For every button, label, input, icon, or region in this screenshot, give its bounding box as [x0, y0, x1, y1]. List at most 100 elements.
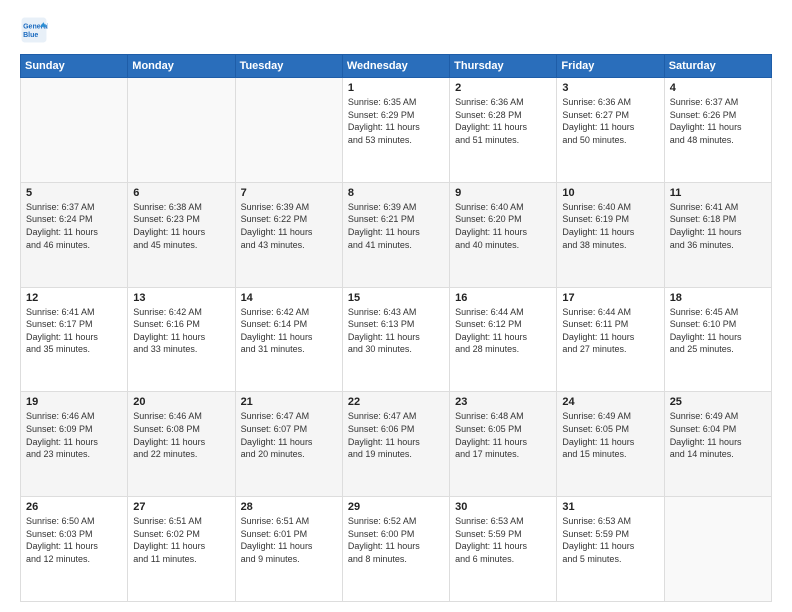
day-number: 9 — [455, 187, 551, 199]
cell-detail: Sunrise: 6:37 AMSunset: 6:26 PMDaylight:… — [670, 96, 766, 146]
day-number: 7 — [241, 187, 337, 199]
day-number: 31 — [562, 501, 658, 513]
day-number: 16 — [455, 292, 551, 304]
cell-detail: Sunrise: 6:46 AMSunset: 6:08 PMDaylight:… — [133, 410, 229, 460]
calendar-cell: 15 Sunrise: 6:43 AMSunset: 6:13 PMDayligh… — [342, 287, 449, 392]
calendar-cell: 3 Sunrise: 6:36 AMSunset: 6:27 PMDaylight… — [557, 78, 664, 183]
calendar-cell: 12 Sunrise: 6:41 AMSunset: 6:17 PMDayligh… — [21, 287, 128, 392]
calendar-body: 1 Sunrise: 6:35 AMSunset: 6:29 PMDaylight… — [21, 78, 772, 602]
calendar-cell: 19 Sunrise: 6:46 AMSunset: 6:09 PMDayligh… — [21, 392, 128, 497]
cell-detail: Sunrise: 6:39 AMSunset: 6:22 PMDaylight:… — [241, 201, 337, 251]
weekday-header-cell: Thursday — [450, 55, 557, 78]
calendar-cell: 28 Sunrise: 6:51 AMSunset: 6:01 PMDayligh… — [235, 497, 342, 602]
day-number: 1 — [348, 82, 444, 94]
calendar-cell: 23Sunrise: 6:48 AMSunset: 6:05 PMDayligh… — [450, 392, 557, 497]
calendar-cell: 27 Sunrise: 6:51 AMSunset: 6:02 PMDayligh… — [128, 497, 235, 602]
day-number: 3 — [562, 82, 658, 94]
calendar-cell: 20 Sunrise: 6:46 AMSunset: 6:08 PMDayligh… — [128, 392, 235, 497]
cell-detail: Sunrise: 6:44 AMSunset: 6:11 PMDaylight:… — [562, 306, 658, 356]
day-number: 11 — [670, 187, 766, 199]
calendar-cell: 29Sunrise: 6:52 AMSunset: 6:00 PMDayligh… — [342, 497, 449, 602]
day-number: 20 — [133, 396, 229, 408]
day-number: 22 — [348, 396, 444, 408]
calendar-cell: 24 Sunrise: 6:49 AMSunset: 6:05 PMDayligh… — [557, 392, 664, 497]
cell-detail: Sunrise: 6:53 AMSunset: 5:59 PMDaylight:… — [562, 515, 658, 565]
calendar-cell: 11 Sunrise: 6:41 AMSunset: 6:18 PMDayligh… — [664, 182, 771, 287]
calendar-cell: 16 Sunrise: 6:44 AMSunset: 6:12 PMDayligh… — [450, 287, 557, 392]
calendar-week-row: 26Sunrise: 6:50 AMSunset: 6:03 PMDayligh… — [21, 497, 772, 602]
cell-detail: Sunrise: 6:45 AMSunset: 6:10 PMDaylight:… — [670, 306, 766, 356]
calendar-cell: 22 Sunrise: 6:47 AMSunset: 6:06 PMDayligh… — [342, 392, 449, 497]
calendar-cell: 8Sunrise: 6:39 AMSunset: 6:21 PMDaylight… — [342, 182, 449, 287]
calendar-cell: 30Sunrise: 6:53 AMSunset: 5:59 PMDayligh… — [450, 497, 557, 602]
day-number: 18 — [670, 292, 766, 304]
cell-detail: Sunrise: 6:51 AMSunset: 6:02 PMDaylight:… — [133, 515, 229, 565]
page-header: General Blue — [20, 16, 772, 44]
cell-detail: Sunrise: 6:40 AMSunset: 6:20 PMDaylight:… — [455, 201, 551, 251]
calendar-cell: 26Sunrise: 6:50 AMSunset: 6:03 PMDayligh… — [21, 497, 128, 602]
weekday-header-row: SundayMondayTuesdayWednesdayThursdayFrid… — [21, 55, 772, 78]
day-number: 5 — [26, 187, 122, 199]
cell-detail: Sunrise: 6:47 AMSunset: 6:07 PMDaylight:… — [241, 410, 337, 460]
calendar-cell: 21 Sunrise: 6:47 AMSunset: 6:07 PMDayligh… — [235, 392, 342, 497]
day-number: 2 — [455, 82, 551, 94]
day-number: 26 — [26, 501, 122, 513]
cell-detail: Sunrise: 6:44 AMSunset: 6:12 PMDaylight:… — [455, 306, 551, 356]
day-number: 28 — [241, 501, 337, 513]
cell-detail: Sunrise: 6:39 AMSunset: 6:21 PMDaylight:… — [348, 201, 444, 251]
cell-detail: Sunrise: 6:51 AMSunset: 6:01 PMDaylight:… — [241, 515, 337, 565]
calendar-cell: 10 Sunrise: 6:40 AMSunset: 6:19 PMDayligh… — [557, 182, 664, 287]
cell-detail: Sunrise: 6:41 AMSunset: 6:18 PMDaylight:… — [670, 201, 766, 251]
calendar-cell — [235, 78, 342, 183]
calendar-cell: 5 Sunrise: 6:37 AMSunset: 6:24 PMDaylight… — [21, 182, 128, 287]
cell-detail: Sunrise: 6:40 AMSunset: 6:19 PMDaylight:… — [562, 201, 658, 251]
logo-icon: General Blue — [20, 16, 48, 44]
cell-detail: Sunrise: 6:43 AMSunset: 6:13 PMDaylight:… — [348, 306, 444, 356]
calendar-cell: 4 Sunrise: 6:37 AMSunset: 6:26 PMDaylight… — [664, 78, 771, 183]
day-number: 17 — [562, 292, 658, 304]
cell-detail: Sunrise: 6:36 AMSunset: 6:27 PMDaylight:… — [562, 96, 658, 146]
cell-detail: Sunrise: 6:48 AMSunset: 6:05 PMDaylight:… — [455, 410, 551, 460]
day-number: 14 — [241, 292, 337, 304]
calendar-cell: 2 Sunrise: 6:36 AMSunset: 6:28 PMDaylight… — [450, 78, 557, 183]
calendar-table: SundayMondayTuesdayWednesdayThursdayFrid… — [20, 54, 772, 602]
day-number: 21 — [241, 396, 337, 408]
cell-detail: Sunrise: 6:42 AMSunset: 6:16 PMDaylight:… — [133, 306, 229, 356]
day-number: 25 — [670, 396, 766, 408]
calendar-cell: 1 Sunrise: 6:35 AMSunset: 6:29 PMDaylight… — [342, 78, 449, 183]
calendar-cell: 25Sunrise: 6:49 AMSunset: 6:04 PMDayligh… — [664, 392, 771, 497]
day-number: 30 — [455, 501, 551, 513]
cell-detail: Sunrise: 6:37 AMSunset: 6:24 PMDaylight:… — [26, 201, 122, 251]
calendar-cell: 17 Sunrise: 6:44 AMSunset: 6:11 PMDayligh… — [557, 287, 664, 392]
cell-detail: Sunrise: 6:49 AMSunset: 6:05 PMDaylight:… — [562, 410, 658, 460]
day-number: 27 — [133, 501, 229, 513]
cell-detail: Sunrise: 6:46 AMSunset: 6:09 PMDaylight:… — [26, 410, 122, 460]
calendar-cell: 9 Sunrise: 6:40 AMSunset: 6:20 PMDaylight… — [450, 182, 557, 287]
weekday-header-cell: Friday — [557, 55, 664, 78]
weekday-header-cell: Sunday — [21, 55, 128, 78]
calendar-cell: 13Sunrise: 6:42 AMSunset: 6:16 PMDayligh… — [128, 287, 235, 392]
calendar-week-row: 19 Sunrise: 6:46 AMSunset: 6:09 PMDayligh… — [21, 392, 772, 497]
day-number: 12 — [26, 292, 122, 304]
cell-detail: Sunrise: 6:52 AMSunset: 6:00 PMDaylight:… — [348, 515, 444, 565]
calendar-week-row: 5 Sunrise: 6:37 AMSunset: 6:24 PMDaylight… — [21, 182, 772, 287]
calendar-week-row: 12 Sunrise: 6:41 AMSunset: 6:17 PMDayligh… — [21, 287, 772, 392]
weekday-header-cell: Tuesday — [235, 55, 342, 78]
weekday-header-cell: Monday — [128, 55, 235, 78]
day-number: 24 — [562, 396, 658, 408]
day-number: 10 — [562, 187, 658, 199]
day-number: 4 — [670, 82, 766, 94]
cell-detail: Sunrise: 6:38 AMSunset: 6:23 PMDaylight:… — [133, 201, 229, 251]
calendar-cell: 7 Sunrise: 6:39 AMSunset: 6:22 PMDaylight… — [235, 182, 342, 287]
calendar-cell: 6Sunrise: 6:38 AMSunset: 6:23 PMDaylight… — [128, 182, 235, 287]
calendar-cell: 18 Sunrise: 6:45 AMSunset: 6:10 PMDayligh… — [664, 287, 771, 392]
calendar-cell — [128, 78, 235, 183]
weekday-header-cell: Wednesday — [342, 55, 449, 78]
weekday-header-cell: Saturday — [664, 55, 771, 78]
day-number: 15 — [348, 292, 444, 304]
cell-detail: Sunrise: 6:41 AMSunset: 6:17 PMDaylight:… — [26, 306, 122, 356]
cell-detail: Sunrise: 6:47 AMSunset: 6:06 PMDaylight:… — [348, 410, 444, 460]
day-number: 19 — [26, 396, 122, 408]
cell-detail: Sunrise: 6:35 AMSunset: 6:29 PMDaylight:… — [348, 96, 444, 146]
cell-detail: Sunrise: 6:36 AMSunset: 6:28 PMDaylight:… — [455, 96, 551, 146]
